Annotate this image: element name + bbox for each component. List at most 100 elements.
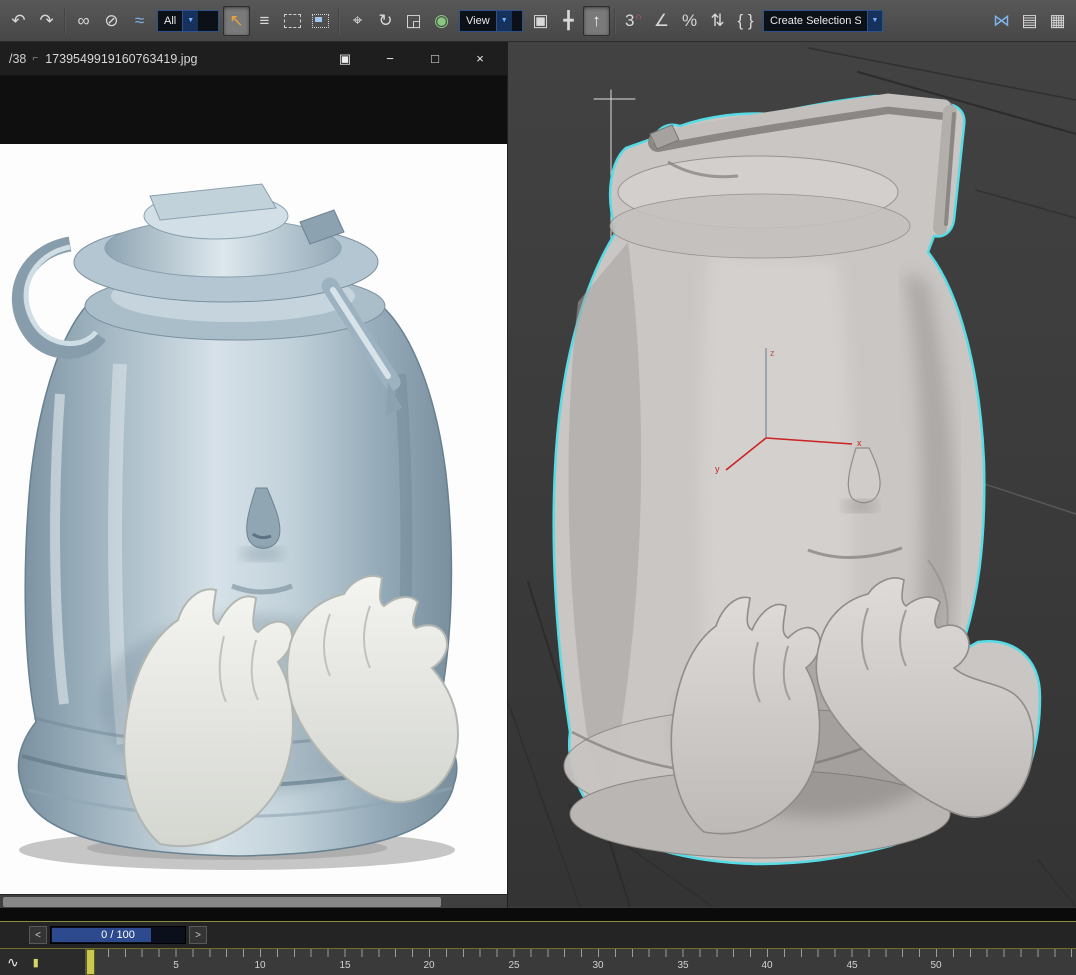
toolbar-separator (614, 8, 616, 34)
track-bar-tools: ∿ ▮ (0, 949, 86, 975)
edit-named-selection-sets-button[interactable]: { } (732, 6, 759, 36)
use-pivot-center-button[interactable]: ▣ (527, 6, 554, 36)
magnet-icon: ∩ (636, 11, 642, 21)
tick-label: 5 (173, 960, 179, 971)
current-frame-marker[interactable] (86, 949, 95, 975)
mini-curve-editor-icon[interactable]: ∿ (7, 955, 19, 969)
reference-photo-illustration (0, 144, 507, 894)
key-marker-icon: ▮ (33, 956, 39, 969)
chevron-down-icon: ▼ (496, 11, 512, 31)
window-restore-icon[interactable]: ▣ (337, 51, 353, 67)
previous-frame-button[interactable]: < (29, 926, 47, 944)
tick-label: 40 (761, 960, 772, 971)
reference-coordinate-system-dropdown[interactable]: View ▼ (459, 10, 523, 32)
window-maximize-icon[interactable]: □ (427, 51, 443, 66)
mirror-button[interactable]: ⋈ (988, 6, 1015, 36)
window-controls: ▣ − □ × (337, 51, 488, 67)
reference-image-window: /38 ⌐ 1739549919160763419.jpg ▣ − □ × (0, 42, 507, 908)
main-toolbar: ↶ ↷ ∞ ⊘ ≈ All ▼ ↖ ≡ ⌖ ↻ ◲ ◉ View ▼ ▣ ╋ ↑… (0, 0, 1076, 42)
cursor-icon: ↖ (229, 12, 243, 29)
scrollbar-thumb[interactable] (3, 897, 441, 907)
track-bar-minor-ticks (86, 949, 1076, 957)
perspective-viewport[interactable]: z x y (507, 42, 1076, 908)
next-frame-button[interactable]: > (189, 926, 207, 944)
tick-label: 45 (846, 960, 857, 971)
braces-icon: { } (737, 12, 753, 29)
select-and-place-button[interactable]: ◉ (428, 6, 455, 36)
window-minimize-icon[interactable]: − (382, 51, 398, 66)
redo-button[interactable]: ↷ (33, 6, 60, 36)
select-and-scale-button[interactable]: ◲ (400, 6, 427, 36)
space-warp-icon: ≈ (135, 12, 144, 29)
pivot-center-icon: ▣ (532, 12, 548, 29)
manipulate-icon: ╋ (563, 12, 573, 29)
window-close-icon[interactable]: × (472, 51, 488, 66)
selection-filter-dropdown[interactable]: All ▼ (157, 10, 219, 32)
track-bar[interactable]: 5 10 15 20 25 30 35 40 45 50 ∿ ▮ (0, 948, 1076, 975)
named-selection-sets-dropdown[interactable]: Create Selection Se ▼ (763, 10, 883, 32)
bind-to-space-warp-button[interactable]: ≈ (126, 6, 153, 36)
selection-filter-value: All (164, 15, 176, 27)
redo-icon: ↷ (39, 12, 53, 29)
tick-label: 20 (423, 960, 434, 971)
title-marker-icon: ⌐ (32, 53, 38, 64)
list-icon: ≡ (260, 12, 270, 29)
select-by-name-button[interactable]: ≡ (251, 6, 278, 36)
select-object-button[interactable]: ↖ (223, 6, 250, 36)
undo-button[interactable]: ↶ (5, 6, 32, 36)
unlink-selection-button[interactable]: ⊘ (98, 6, 125, 36)
window-crossing-toggle-button[interactable] (307, 6, 334, 36)
angle-snap-icon: ∠ (654, 12, 669, 29)
axis-z-label: z (770, 348, 775, 358)
unlink-icon: ⊘ (104, 12, 118, 29)
image-index-label: /38 (9, 52, 26, 66)
current-frame-display: 0 / 100 (101, 929, 135, 941)
tick-label: 30 (592, 960, 603, 971)
axis-x-label: x (857, 438, 862, 448)
tick-label: 15 (339, 960, 350, 971)
select-and-rotate-button[interactable]: ↻ (372, 6, 399, 36)
rotate-icon: ↻ (378, 12, 392, 29)
scale-icon: ◲ (405, 12, 421, 29)
tick-label: 10 (254, 960, 265, 971)
spinner-snap-button[interactable]: ⇅ (704, 6, 731, 36)
tick-label: 50 (930, 960, 941, 971)
window-crossing-icon (312, 14, 329, 28)
place-icon: ◉ (434, 12, 449, 29)
align-icon: ▤ (1021, 12, 1037, 29)
snaps-toggle-button[interactable]: 3∩ (620, 6, 647, 36)
toolbar-separator (64, 8, 66, 34)
spinner-snap-icon: ⇅ (710, 12, 724, 29)
viewport-render: z x y (508, 42, 1076, 907)
snap-3d-icon: 3 (625, 12, 634, 29)
move-icon: ⌖ (353, 12, 363, 29)
select-and-link-button[interactable]: ∞ (70, 6, 97, 36)
reference-window-titlebar[interactable]: /38 ⌐ 1739549919160763419.jpg ▣ − □ × (0, 42, 507, 75)
chevron-down-icon: ▼ (867, 11, 882, 31)
application-window: ↶ ↷ ∞ ⊘ ≈ All ▼ ↖ ≡ ⌖ ↻ ◲ ◉ View ▼ ▣ ╋ ↑… (0, 0, 1076, 975)
undo-icon: ↶ (11, 12, 25, 29)
link-icon: ∞ (77, 12, 89, 29)
toggle-scene-explorer-button[interactable]: ▦ (1044, 6, 1071, 36)
reference-photo-area (0, 144, 507, 894)
tick-label: 35 (677, 960, 688, 971)
coordinate-system-value: View (466, 15, 490, 27)
angle-snap-button[interactable]: ∠ (648, 6, 675, 36)
align-button[interactable]: ▤ (1016, 6, 1043, 36)
toolbar-separator (338, 8, 340, 34)
table-grid-icon: ▦ (1049, 12, 1065, 29)
select-and-move-button[interactable]: ⌖ (344, 6, 371, 36)
reference-window-canvas-margin (0, 75, 507, 144)
select-and-manipulate-button[interactable]: ╋ (555, 6, 582, 36)
track-bar-gutter (0, 908, 1076, 922)
region-select-icon (284, 14, 301, 28)
chevron-down-icon: ▼ (182, 11, 198, 31)
rectangular-selection-region-button[interactable] (279, 6, 306, 36)
arrow-up-icon: ↑ (592, 12, 601, 29)
time-slider[interactable]: 0 / 100 (50, 926, 186, 944)
image-filename-label: 1739549919160763419.jpg (45, 52, 197, 66)
percent-snap-icon: % (682, 12, 697, 29)
named-selection-sets-value: Create Selection Se (770, 15, 861, 27)
percent-snap-button[interactable]: % (676, 6, 703, 36)
keyboard-override-button[interactable]: ↑ (583, 6, 610, 36)
